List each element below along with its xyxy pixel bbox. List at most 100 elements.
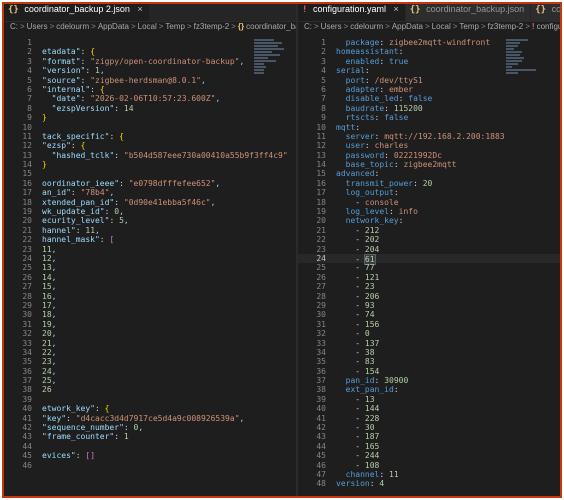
minimap[interactable] bbox=[254, 38, 294, 98]
code-line[interactable]: 11 server: mqtt://192.168.2.200:1883 bbox=[298, 132, 560, 141]
code-line[interactable]: 21 - 212 bbox=[298, 226, 560, 235]
code-line[interactable]: 16 oordinator_ieee": "e0798dfffefee652", bbox=[4, 179, 296, 188]
breadcrumb-item[interactable]: configuration.yaml bbox=[537, 22, 560, 31]
code-line[interactable]: 17 log_output: bbox=[298, 188, 560, 197]
code-line[interactable]: 25 13, bbox=[4, 263, 296, 272]
code-line[interactable]: 22 - 202 bbox=[298, 235, 560, 244]
code-line[interactable]: 13 password: 02221992Dc bbox=[298, 151, 560, 160]
code-line[interactable]: 24 12, bbox=[4, 254, 296, 263]
code-line[interactable]: 39 - 13 bbox=[298, 395, 560, 404]
code-line[interactable]: 12 "ezsp": { bbox=[4, 141, 296, 150]
code-line[interactable]: 28 - 206 bbox=[298, 292, 560, 301]
breadcrumb-item[interactable]: Temp bbox=[165, 22, 185, 31]
breadcrumb-item[interactable]: C: bbox=[304, 22, 312, 31]
code-line[interactable]: 45 evices": [] bbox=[4, 451, 296, 460]
code-line[interactable]: 39 bbox=[4, 395, 296, 404]
code-line[interactable]: 29 17, bbox=[4, 301, 296, 310]
tab-coordinator-backup-truncated[interactable]: {} coordinator_back bbox=[531, 4, 560, 21]
code-line[interactable]: 34 22, bbox=[4, 348, 296, 357]
close-icon[interactable]: × bbox=[137, 4, 142, 14]
breadcrumb-item[interactable]: Users bbox=[321, 22, 342, 31]
code-line[interactable]: 38 ext_pan_id: bbox=[298, 385, 560, 394]
breadcrumb-item[interactable]: fz3temp-2 bbox=[194, 22, 230, 31]
code-line[interactable]: 44 bbox=[4, 442, 296, 451]
code-line[interactable]: 18 - console bbox=[298, 198, 560, 207]
breadcrumb-item[interactable]: C: bbox=[10, 22, 18, 31]
tab-coordinator-backup-json[interactable]: {} coordinator_backup.json bbox=[405, 4, 532, 21]
code-line[interactable]: 41 "key": "d4cacc3d4d7917ce5d4a9c00892653… bbox=[4, 414, 296, 423]
code-line[interactable]: 22 hannel_mask": [ bbox=[4, 235, 296, 244]
code-line[interactable]: 35 - 83 bbox=[298, 357, 560, 366]
code-line[interactable]: 30 - 74 bbox=[298, 310, 560, 319]
code-line[interactable]: 41 - 228 bbox=[298, 414, 560, 423]
breadcrumb-item[interactable]: cdelourm bbox=[56, 22, 89, 31]
code-line[interactable]: 33 21, bbox=[4, 339, 296, 348]
code-line[interactable]: 45 - 244 bbox=[298, 451, 560, 460]
code-line[interactable]: 17 an_id": "78b4", bbox=[4, 188, 296, 197]
breadcrumb-item[interactable]: AppData bbox=[392, 22, 423, 31]
code-line[interactable]: 9} bbox=[4, 113, 296, 122]
code-line[interactable]: 11 tack_specific": { bbox=[4, 132, 296, 141]
code-line[interactable]: 40 - 144 bbox=[298, 404, 560, 413]
code-line[interactable]: 27 - 23 bbox=[298, 282, 560, 291]
code-line[interactable]: 44 - 165 bbox=[298, 442, 560, 451]
tab-configuration-yaml[interactable]: ! configuration.yaml × bbox=[298, 4, 406, 21]
code-line[interactable]: 43 "frame_counter": 1 bbox=[4, 432, 296, 441]
code-line[interactable]: 21 hannel": 11, bbox=[4, 226, 296, 235]
code-line[interactable]: 12 user: charles bbox=[298, 141, 560, 150]
code-line[interactable]: 27 15, bbox=[4, 282, 296, 291]
code-line[interactable]: 9 rtscts: false bbox=[298, 113, 560, 122]
code-line[interactable]: 36 - 154 bbox=[298, 367, 560, 376]
code-line[interactable]: 23 11, bbox=[4, 245, 296, 254]
code-line[interactable]: 31 19, bbox=[4, 320, 296, 329]
code-line[interactable]: 26 - 121 bbox=[298, 273, 560, 282]
breadcrumb-item[interactable]: AppData bbox=[98, 22, 129, 31]
code-line[interactable]: 20 network_key: bbox=[298, 216, 560, 225]
code-line[interactable]: 32 - 0 bbox=[298, 329, 560, 338]
code-line[interactable]: 6 "internal": { bbox=[4, 85, 296, 94]
code-line[interactable]: 8 baudrate: 115200 bbox=[298, 104, 560, 113]
code-line[interactable]: 14 base_topic: zigbee2mqtt bbox=[298, 160, 560, 169]
code-line[interactable]: 3 "format": "zigpy/open-coordinator-backu… bbox=[4, 57, 296, 66]
code-line[interactable]: 19 wk_update_id": 0, bbox=[4, 207, 296, 216]
code-line[interactable]: 26 14, bbox=[4, 273, 296, 282]
code-line[interactable]: 30 18, bbox=[4, 310, 296, 319]
code-line[interactable]: 23 - 204 bbox=[298, 245, 560, 254]
code-line[interactable]: 8 "ezspVersion": 14 bbox=[4, 104, 296, 113]
code-line[interactable]: 43 - 187 bbox=[298, 432, 560, 441]
code-line[interactable]: 35 23, bbox=[4, 357, 296, 366]
code-line[interactable]: 2 etadata": { bbox=[4, 47, 296, 56]
code-line[interactable]: 34 - 38 bbox=[298, 348, 560, 357]
code-editor[interactable]: 1 package: zigbee2mqtt-windfront 2 homeass… bbox=[298, 38, 560, 489]
code-line[interactable]: 10 mqtt: bbox=[298, 123, 560, 132]
minimap[interactable] bbox=[506, 38, 546, 98]
code-line[interactable]: 10 bbox=[4, 123, 296, 132]
code-line[interactable]: 46 bbox=[4, 461, 296, 470]
code-line[interactable]: 37 pan_id: 30900 bbox=[298, 376, 560, 385]
code-line[interactable]: 40 etwork_key": { bbox=[4, 404, 296, 413]
code-line[interactable]: 13 "hashed_tclk": "b504d587eee730a00410a… bbox=[4, 151, 296, 160]
code-line[interactable]: 1 bbox=[4, 38, 296, 47]
breadcrumb-item[interactable]: fz3temp-2 bbox=[488, 22, 524, 31]
code-line[interactable]: 37 25, bbox=[4, 376, 296, 385]
code-line[interactable]: 28 16, bbox=[4, 292, 296, 301]
breadcrumb-item[interactable]: cdelourm bbox=[350, 22, 383, 31]
code-line[interactable]: 33 - 137 bbox=[298, 339, 560, 348]
breadcrumb-item[interactable]: Temp bbox=[459, 22, 479, 31]
code-line[interactable]: 7 "date": "2026-02-06T10:57:23.600Z", bbox=[4, 94, 296, 103]
code-line[interactable]: 42 - 30 bbox=[298, 423, 560, 432]
code-editor[interactable]: 1 2 etadata": {3 "format": "zigpy/open-coor… bbox=[4, 38, 296, 470]
code-line[interactable]: 15 bbox=[4, 169, 296, 178]
code-line[interactable]: 31 - 156 bbox=[298, 320, 560, 329]
code-line[interactable]: 15 advanced: bbox=[298, 169, 560, 178]
breadcrumb-item[interactable]: coordinator_backup 2.json bbox=[246, 22, 296, 31]
code-line[interactable]: 46 - 108 bbox=[298, 461, 560, 470]
tab-coordinator-backup-2-json[interactable]: {} coordinator_backup 2.json × bbox=[4, 4, 150, 21]
breadcrumb-item[interactable]: Users bbox=[27, 22, 48, 31]
breadcrumb-item[interactable]: Local bbox=[138, 22, 157, 31]
code-line[interactable]: 4 "version": 1, bbox=[4, 66, 296, 75]
code-line[interactable]: 5 "source": "zigbee-herdsman@8.0.1", bbox=[4, 76, 296, 85]
code-line[interactable]: 42 "sequence_number": 0, bbox=[4, 423, 296, 432]
code-line[interactable]: 48 version: 4 bbox=[298, 479, 560, 488]
code-line[interactable]: 47 channel: 11 bbox=[298, 470, 560, 479]
